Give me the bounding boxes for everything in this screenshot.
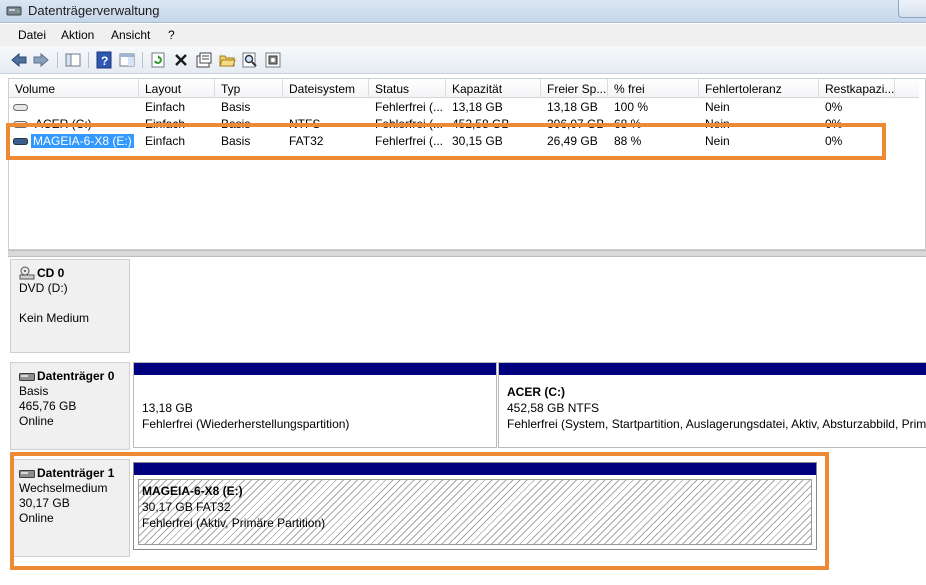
partition-status: Fehlerfrei (Wiederherstellungspartition) <box>142 417 350 431</box>
cell-prozent-frei: 100 % <box>614 100 649 114</box>
disk-type: DVD (D:) <box>19 281 68 295</box>
partition-size: 13,18 GB <box>142 401 193 415</box>
refresh-icon[interactable] <box>149 51 167 69</box>
partition-name: ACER (C:) <box>507 385 565 399</box>
col-dateisystem[interactable]: Dateisystem <box>283 79 369 98</box>
highlight-disk1 <box>10 452 829 570</box>
cd-drive-icon <box>19 266 35 280</box>
partition-acer-c[interactable]: ACER (C:) 452,58 GB NTFS Fehlerfrei (Sys… <box>498 362 926 448</box>
cell-dateisystem <box>283 100 369 115</box>
col-restkapazitaet[interactable]: Restkapazi... <box>819 79 895 98</box>
disk-size: 465,76 GB <box>19 399 77 413</box>
settings-icon[interactable] <box>264 51 282 69</box>
disk-status: Online <box>19 414 54 428</box>
search-icon[interactable] <box>241 51 259 69</box>
minimize-button[interactable] <box>898 0 926 18</box>
col-typ[interactable]: Typ <box>215 79 283 98</box>
console-tree-icon[interactable] <box>64 51 82 69</box>
cell-layout: Einfach <box>145 100 186 114</box>
svg-text:?: ? <box>101 54 108 68</box>
col-prozent-frei[interactable]: % frei <box>608 79 699 98</box>
disk-type: Basis <box>19 384 49 398</box>
back-arrow-icon[interactable] <box>10 51 28 69</box>
col-status[interactable]: Status <box>369 79 446 98</box>
title-bar: Datenträgerverwaltung <box>0 0 926 23</box>
partition-bar <box>134 363 496 375</box>
table-row[interactable]: Einfach Basis Fehlerfrei (... 13,18 GB 1… <box>9 99 919 116</box>
forward-arrow-icon[interactable] <box>32 51 50 69</box>
volume-list-header: Volume Layout Typ Dateisystem Status Kap… <box>9 79 919 98</box>
hard-disk-icon <box>19 373 35 381</box>
highlight-selected-volume <box>6 123 886 160</box>
cell-status: Fehlerfrei (... <box>375 100 444 114</box>
col-fehlertoleranz[interactable]: Fehlertoleranz <box>699 79 819 98</box>
disk-size <box>19 296 129 311</box>
disk-name-text: Datenträger 0 <box>37 369 115 383</box>
disk-management-app-icon <box>6 6 22 16</box>
disk-row-disk0: Datenträger 0 Basis 465,76 GB Online 13,… <box>8 360 926 450</box>
cell-fehlertoleranz: Nein <box>705 100 730 114</box>
col-freier-speicher[interactable]: Freier Sp... <box>541 79 608 98</box>
cell-kapazitaet: 13,18 GB <box>452 100 503 114</box>
disk-status: Kein Medium <box>19 311 90 325</box>
open-folder-icon[interactable] <box>218 51 236 69</box>
delete-icon[interactable] <box>172 51 190 69</box>
menu-bar: Datei Aktion Ansicht ? <box>0 24 926 46</box>
disk-name: Datenträger 0 <box>19 369 129 384</box>
menu-aktion[interactable]: Aktion <box>61 28 94 42</box>
col-layout[interactable]: Layout <box>139 79 215 98</box>
menu-datei[interactable]: Datei <box>18 28 46 42</box>
disk-row-cd0: CD 0 DVD (D:) Kein Medium <box>8 257 926 353</box>
partition-bar <box>499 363 926 375</box>
cell-freier-speicher: 13,18 GB <box>547 100 598 114</box>
partition-size: 452,58 GB NTFS <box>507 401 600 415</box>
disk-label-cd0[interactable]: CD 0 DVD (D:) Kein Medium <box>10 259 130 353</box>
volume-list: Volume Layout Typ Dateisystem Status Kap… <box>8 78 926 250</box>
col-kapazitaet[interactable]: Kapazität <box>446 79 541 98</box>
cell-restkapazitaet: 0% <box>825 100 843 114</box>
properties-icon[interactable] <box>195 51 213 69</box>
window-title: Datenträgerverwaltung <box>28 3 160 18</box>
menu-ansicht[interactable]: Ansicht <box>111 28 150 42</box>
show-pane-icon[interactable] <box>118 51 136 69</box>
help-icon[interactable]: ? <box>95 51 113 69</box>
cell-typ: Basis <box>221 100 251 114</box>
cell-volume <box>29 100 137 115</box>
menu-help[interactable]: ? <box>168 28 175 42</box>
partition-status: Fehlerfrei (System, Startpartition, Ausl… <box>507 417 926 431</box>
volume-icon <box>13 104 28 111</box>
disk-label-disk0[interactable]: Datenträger 0 Basis 465,76 GB Online <box>10 362 130 450</box>
partition-recovery[interactable]: 13,18 GB Fehlerfrei (Wiederherstellungsp… <box>133 362 497 448</box>
pane-splitter[interactable] <box>8 250 926 257</box>
disk-name: CD 0 <box>19 266 129 281</box>
disk-name-text: CD 0 <box>37 266 65 280</box>
col-volume[interactable]: Volume <box>9 79 139 98</box>
toolbar: ? <box>0 46 926 74</box>
